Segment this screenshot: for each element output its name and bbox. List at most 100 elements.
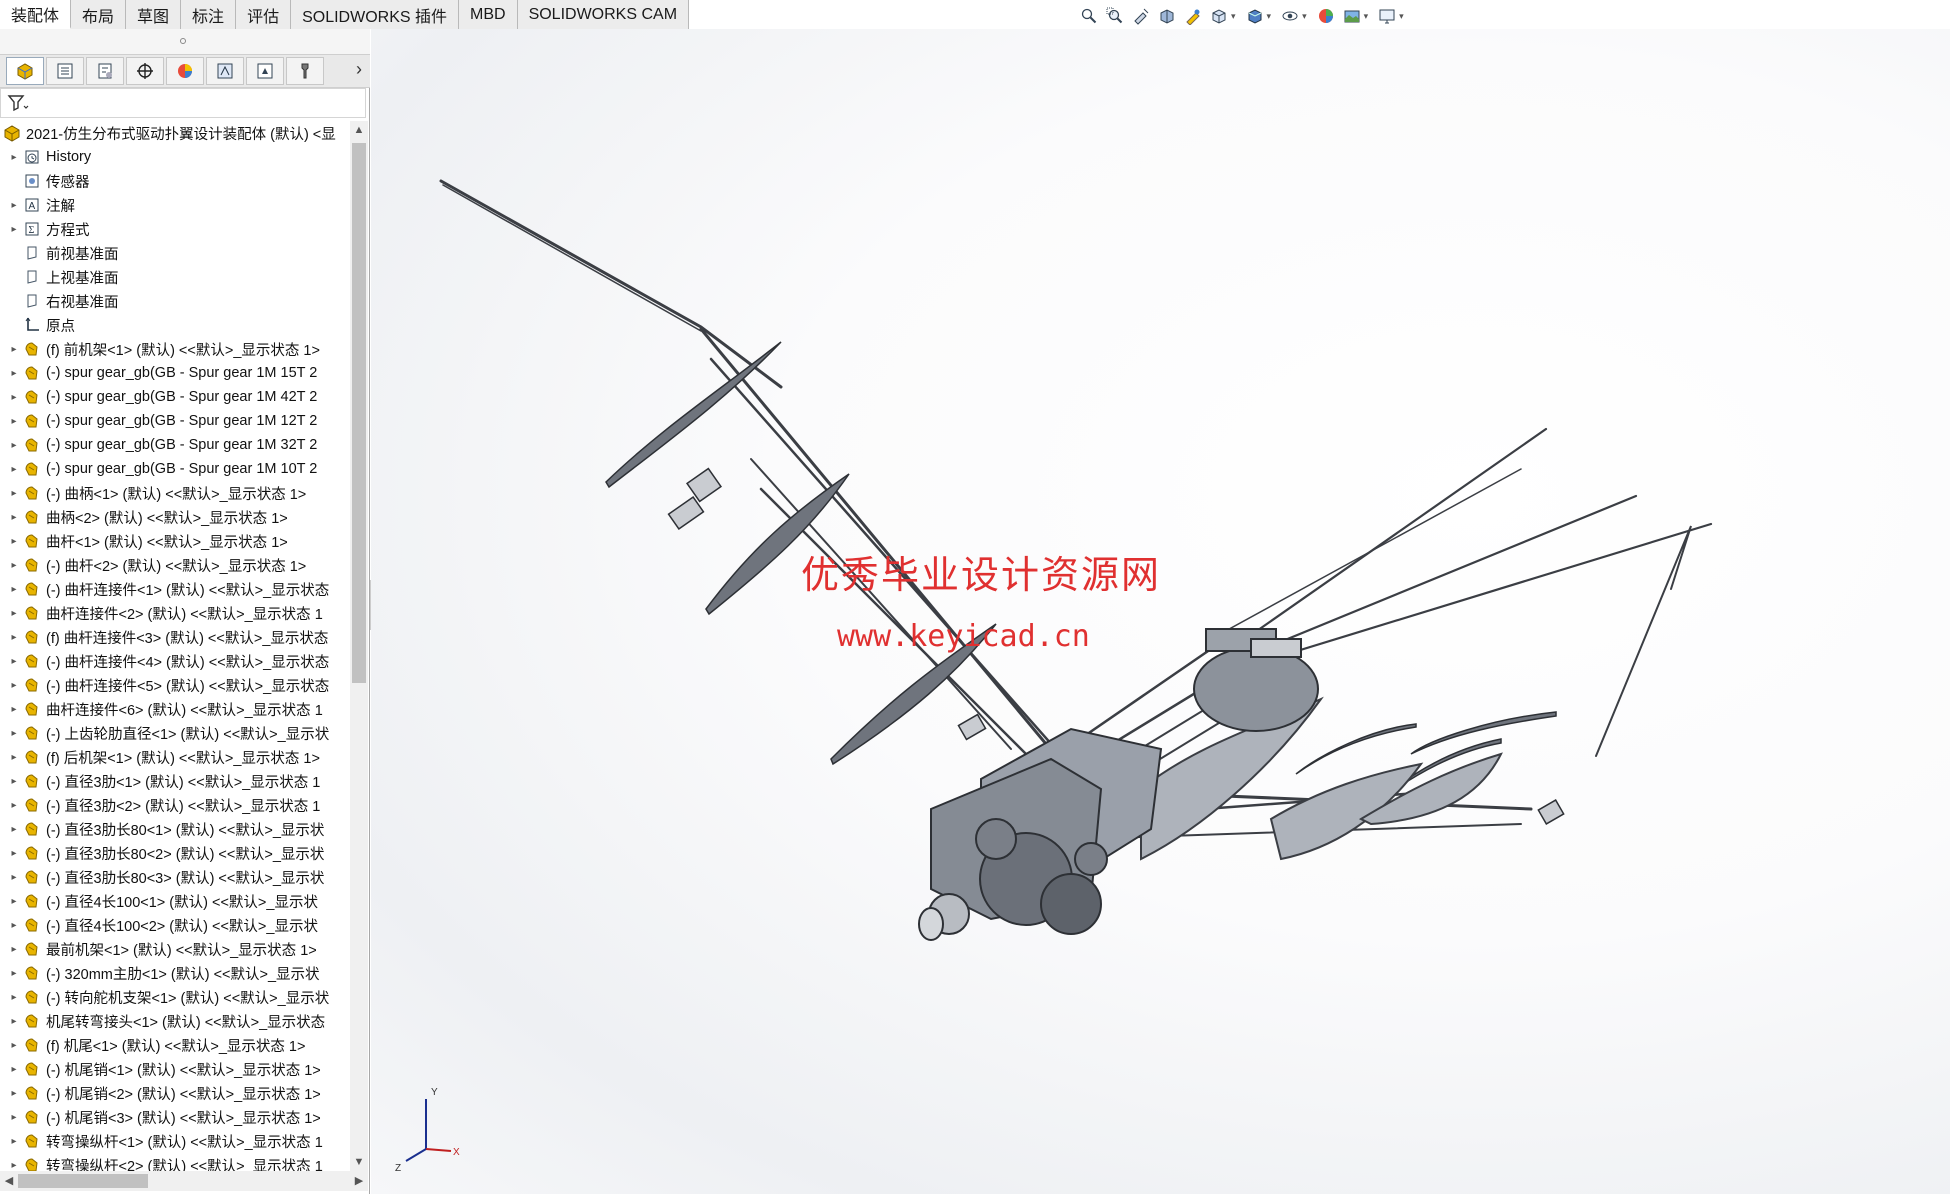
- tree-item[interactable]: 上视基准面: [0, 265, 350, 289]
- tree-item[interactable]: ▸ (-) 转向舵机支架<1> (默认) <<默认>_显示状: [0, 985, 350, 1009]
- tree-item[interactable]: ▸ (-) spur gear_gb(GB - Spur gear 1M 15T …: [0, 361, 350, 385]
- expand-arrow-icon[interactable]: ▸: [6, 440, 22, 451]
- expand-arrow-icon[interactable]: ▸: [6, 608, 22, 619]
- tree-item[interactable]: ▸ (-) spur gear_gb(GB - Spur gear 1M 32T …: [0, 433, 350, 457]
- tree-item[interactable]: ▸ (-) 320mm主肋<1> (默认) <<默认>_显示状: [0, 961, 350, 985]
- expand-arrow-icon[interactable]: ▸: [6, 920, 22, 931]
- tree-item[interactable]: ▸ 曲杆连接件<2> (默认) <<默认>_显示状态 1: [0, 601, 350, 625]
- tree-item[interactable]: ▸ (-) 曲杆<2> (默认) <<默认>_显示状态 1>: [0, 553, 350, 577]
- expand-arrow-icon[interactable]: ▸: [6, 488, 22, 499]
- graphics-area[interactable]: 优秀毕业设计资源网 www.keyicad.cn Y X Z: [371, 29, 1950, 1194]
- cam-tool-icon[interactable]: [286, 57, 324, 85]
- tree-vertical-scrollbar[interactable]: ▲ ▼: [350, 121, 368, 1171]
- expand-arrow-icon[interactable]: ▸: [6, 656, 22, 667]
- tree-item[interactable]: ▸ (-) 曲柄<1> (默认) <<默认>_显示状态 1>: [0, 481, 350, 505]
- tree-item[interactable]: ▸ (-) spur gear_gb(GB - Spur gear 1M 10T …: [0, 457, 350, 481]
- expand-arrow-icon[interactable]: ▸: [6, 848, 22, 859]
- tree-item[interactable]: ▸ (-) 曲杆连接件<1> (默认) <<默认>_显示状态: [0, 577, 350, 601]
- tree-item[interactable]: ▸ History: [0, 145, 350, 169]
- tree-item[interactable]: ▸ (-) 直径3肋长80<2> (默认) <<默认>_显示状: [0, 841, 350, 865]
- tab-5[interactable]: SOLIDWORKS 插件: [291, 0, 459, 29]
- edit-appearance-icon[interactable]: [1315, 5, 1337, 27]
- tree-item[interactable]: ▸ (-) 直径3肋长80<3> (默认) <<默认>_显示状: [0, 865, 350, 889]
- expand-arrow-icon[interactable]: ▸: [6, 1160, 22, 1171]
- expand-arrow-icon[interactable]: ▸: [6, 728, 22, 739]
- tree-item[interactable]: ▸ A 注解: [0, 193, 350, 217]
- dropdown-caret-icon[interactable]: ▾: [1231, 11, 1236, 22]
- dynamic-annotation-icon[interactable]: [1182, 5, 1204, 27]
- expand-arrow-icon[interactable]: ▸: [6, 1112, 22, 1123]
- previous-view-icon[interactable]: [1130, 5, 1152, 27]
- dimxpert-icon[interactable]: [126, 57, 164, 85]
- more-tabs-chevron-icon[interactable]: ›: [356, 59, 362, 80]
- scroll-up-arrow-icon[interactable]: ▲: [350, 121, 368, 139]
- tree-item[interactable]: ▸ (f) 前机架<1> (默认) <<默认>_显示状态 1>: [0, 337, 350, 361]
- expand-arrow-icon[interactable]: ▸: [6, 392, 22, 403]
- tab-6[interactable]: MBD: [459, 0, 518, 29]
- scroll-right-arrow-icon[interactable]: ▶: [350, 1171, 368, 1191]
- tab-7[interactable]: SOLIDWORKS CAM: [517, 0, 690, 29]
- tree-item[interactable]: ▸ (-) 机尾销<1> (默认) <<默认>_显示状态 1>: [0, 1057, 350, 1081]
- expand-arrow-icon[interactable]: ▸: [6, 1040, 22, 1051]
- tab-3[interactable]: 标注: [181, 0, 237, 29]
- expand-arrow-icon[interactable]: ▸: [6, 776, 22, 787]
- propertymanager-icon[interactable]: [46, 57, 84, 85]
- expand-arrow-icon[interactable]: ▸: [6, 512, 22, 523]
- tree-item[interactable]: ▸ Σ 方程式: [0, 217, 350, 241]
- expand-arrow-icon[interactable]: ▸: [6, 824, 22, 835]
- expand-arrow-icon[interactable]: ▸: [6, 896, 22, 907]
- dropdown-caret-icon[interactable]: ▾: [1399, 11, 1404, 22]
- tree-item[interactable]: ▸ (-) 直径3肋<1> (默认) <<默认>_显示状态 1: [0, 769, 350, 793]
- tree-item[interactable]: ▸ (-) 曲杆连接件<5> (默认) <<默认>_显示状态: [0, 673, 350, 697]
- cam-operation-icon[interactable]: [246, 57, 284, 85]
- section-view-icon[interactable]: [1156, 5, 1178, 27]
- tree-item[interactable]: 右视基准面: [0, 289, 350, 313]
- expand-arrow-icon[interactable]: ▸: [6, 944, 22, 955]
- tree-item[interactable]: ▸ 最前机架<1> (默认) <<默认>_显示状态 1>: [0, 937, 350, 961]
- tree-item[interactable]: ▸ (-) 直径4长100<1> (默认) <<默认>_显示状: [0, 889, 350, 913]
- tree-item[interactable]: ▸ (-) spur gear_gb(GB - Spur gear 1M 42T …: [0, 385, 350, 409]
- tree-root-assembly[interactable]: 2021-仿生分布式驱动扑翼设计装配体 (默认) <显: [0, 121, 350, 145]
- expand-arrow-icon[interactable]: ▸: [6, 152, 22, 163]
- expand-arrow-icon[interactable]: ▸: [6, 800, 22, 811]
- hide-show-icon[interactable]: [1279, 5, 1301, 27]
- view-orientation-icon[interactable]: [1208, 5, 1230, 27]
- expand-arrow-icon[interactable]: ▸: [6, 632, 22, 643]
- tree-item[interactable]: ▸ (-) 机尾销<2> (默认) <<默认>_显示状态 1>: [0, 1081, 350, 1105]
- expand-arrow-icon[interactable]: ▸: [6, 1136, 22, 1147]
- featuremanager-icon[interactable]: [6, 57, 44, 85]
- tree-item[interactable]: ▸ 曲杆连接件<6> (默认) <<默认>_显示状态 1: [0, 697, 350, 721]
- panel-grip[interactable]: [0, 29, 370, 54]
- filter-icon[interactable]: [7, 93, 29, 113]
- expand-arrow-icon[interactable]: ▸: [6, 968, 22, 979]
- expand-arrow-icon[interactable]: ▸: [6, 1016, 22, 1027]
- view-settings-icon[interactable]: [1376, 5, 1398, 27]
- expand-arrow-icon[interactable]: ▸: [6, 224, 22, 235]
- tree-item[interactable]: 前视基准面: [0, 241, 350, 265]
- tree-item[interactable]: ▸ 机尾转弯接头<1> (默认) <<默认>_显示状态: [0, 1009, 350, 1033]
- display-style-icon[interactable]: [1244, 5, 1266, 27]
- zoom-to-fit-icon[interactable]: [1078, 5, 1100, 27]
- tree-item[interactable]: ▸ 转弯操纵杆<1> (默认) <<默认>_显示状态 1: [0, 1129, 350, 1153]
- tree-item[interactable]: ▸ (-) 直径3肋<2> (默认) <<默认>_显示状态 1: [0, 793, 350, 817]
- display-manager-icon[interactable]: [166, 57, 204, 85]
- expand-arrow-icon[interactable]: ▸: [6, 584, 22, 595]
- configurationmanager-icon[interactable]: [86, 57, 124, 85]
- tree-horizontal-scrollbar[interactable]: ◀ ▶: [0, 1171, 368, 1191]
- tree-item[interactable]: ▸ (f) 机尾<1> (默认) <<默认>_显示状态 1>: [0, 1033, 350, 1057]
- scroll-thumb[interactable]: [18, 1174, 148, 1188]
- scroll-down-arrow-icon[interactable]: ▼: [350, 1153, 368, 1171]
- expand-arrow-icon[interactable]: ▸: [6, 680, 22, 691]
- expand-arrow-icon[interactable]: ▸: [6, 464, 22, 475]
- dropdown-caret-icon[interactable]: ▾: [1267, 11, 1272, 22]
- expand-arrow-icon[interactable]: ▸: [6, 992, 22, 1003]
- ornithopter-assembly-model[interactable]: [371, 29, 1950, 1194]
- tree-item[interactable]: ▸ (f) 后机架<1> (默认) <<默认>_显示状态 1>: [0, 745, 350, 769]
- expand-arrow-icon[interactable]: ▸: [6, 200, 22, 211]
- tab-4[interactable]: 评估: [236, 0, 292, 29]
- tree-item[interactable]: ▸ (-) 机尾销<3> (默认) <<默认>_显示状态 1>: [0, 1105, 350, 1129]
- tree-item[interactable]: ▸ 曲杆<1> (默认) <<默认>_显示状态 1>: [0, 529, 350, 553]
- expand-arrow-icon[interactable]: ▸: [6, 344, 22, 355]
- tree-item[interactable]: 传感器: [0, 169, 350, 193]
- expand-arrow-icon[interactable]: ▸: [6, 1064, 22, 1075]
